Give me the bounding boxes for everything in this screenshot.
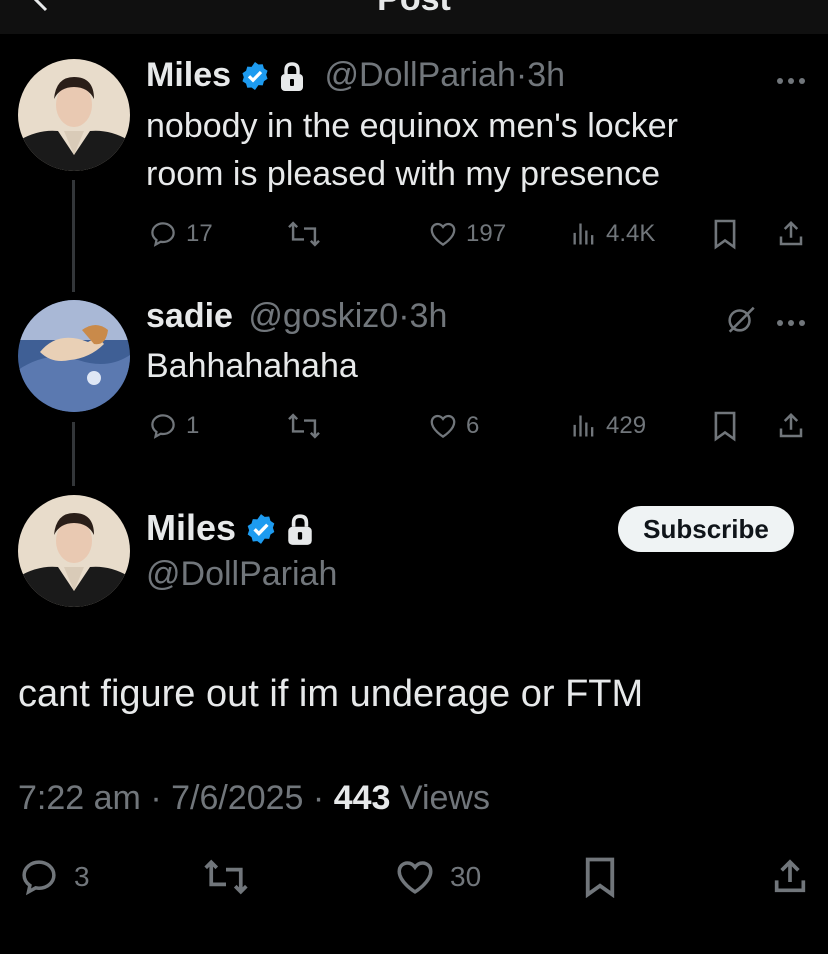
share-icon [779, 220, 803, 246]
avatar[interactable] [18, 300, 130, 412]
view-count: 429 [606, 412, 647, 439]
lock-icon [286, 511, 314, 557]
reply-button[interactable]: 17 [148, 214, 213, 254]
avatar[interactable] [18, 495, 130, 607]
separator-dot: · [398, 297, 410, 335]
subscribe-button[interactable]: Subscribe [618, 506, 794, 552]
author-handle[interactable]: @DollPariah [325, 56, 516, 94]
like-count: 6 [466, 412, 480, 439]
heart-icon [430, 222, 456, 246]
author-name[interactable]: sadie [146, 297, 233, 335]
like-count: 197 [466, 220, 507, 247]
reply-icon [22, 860, 56, 896]
bookmark-button[interactable] [582, 852, 618, 902]
author-handle[interactable]: @DollPariah [146, 552, 337, 596]
share-icon [779, 412, 803, 438]
tweet-text: cant figure out if im underage or FTM [18, 673, 644, 715]
post-time[interactable]: 3h [410, 297, 448, 335]
view-count: 4.4K [606, 220, 656, 247]
post-time[interactable]: 3h [527, 56, 565, 94]
share-button[interactable] [770, 852, 810, 902]
views-icon [573, 415, 594, 437]
separator-dot: · [150, 779, 162, 817]
bookmark-icon [714, 219, 736, 250]
heart-icon [430, 414, 456, 438]
view-count: 443 [333, 779, 391, 817]
page-title: Post [0, 0, 828, 16]
tweet-actions: 1 6 429 [146, 406, 808, 446]
post-time[interactable]: 7:22 am [18, 779, 141, 817]
author-name[interactable]: Miles [146, 56, 231, 94]
views-button[interactable]: 429 [570, 406, 646, 446]
views-icon [573, 223, 594, 245]
repost-button[interactable] [286, 214, 322, 254]
thread-tweet[interactable]: Miles @DollPariah·3h nobody in the equin… [146, 54, 828, 264]
tweet-text-line: nobody in the equinox men's locker [146, 107, 678, 145]
repost-icon [204, 859, 248, 895]
repost-icon [288, 413, 320, 439]
tweet-text: nobody in the equinox men's locker room … [146, 102, 786, 198]
like-button[interactable]: 30 [394, 852, 481, 902]
reply-icon [151, 222, 175, 247]
more-options-icon[interactable] [776, 314, 806, 332]
top-bar: Post [0, 0, 828, 34]
post-meta: 7:22 am · 7/6/2025 · 443 Views [18, 776, 490, 820]
share-icon [774, 859, 806, 893]
repost-icon [288, 221, 320, 247]
reply-count: 17 [186, 220, 213, 247]
share-button[interactable] [776, 406, 806, 446]
reply-icon [151, 414, 175, 439]
main-author-row: Miles [146, 505, 314, 557]
author-name[interactable]: Miles [146, 507, 236, 548]
post-date[interactable]: 7/6/2025 [171, 779, 303, 817]
grok-icon[interactable] [724, 302, 758, 341]
verified-badge-icon [239, 60, 271, 101]
separator-dot: · [515, 56, 528, 94]
thread-line [72, 422, 75, 486]
tweet-text-line: room is pleased with my presence [146, 155, 661, 193]
like-button[interactable]: 6 [428, 406, 479, 446]
heart-icon [397, 861, 433, 894]
reply-button[interactable]: 1 [148, 406, 199, 446]
reply-count: 1 [186, 412, 200, 439]
verified-badge-icon [244, 511, 278, 557]
avatar[interactable] [18, 59, 130, 171]
lock-icon [279, 61, 305, 101]
thread-tweet[interactable]: sadie @goskiz0·3h Bahhahahaha 1 6 429 [146, 296, 828, 456]
views-button[interactable]: 4.4K [570, 214, 655, 254]
repost-button[interactable] [202, 852, 250, 902]
separator-dot: · [312, 779, 325, 817]
like-button[interactable]: 197 [428, 214, 506, 254]
bookmark-icon [585, 857, 615, 898]
author-handle[interactable]: @goskiz0 [248, 297, 398, 335]
bookmark-button[interactable] [712, 214, 738, 254]
thread-line [72, 180, 75, 292]
bookmark-icon [714, 411, 736, 442]
like-count: 30 [450, 861, 482, 892]
share-button[interactable] [776, 214, 806, 254]
reply-button[interactable]: 3 [18, 852, 90, 902]
reply-count: 3 [74, 861, 90, 892]
repost-button[interactable] [286, 406, 322, 446]
views-label: Views [399, 779, 490, 817]
tweet-text: Bahhahahaha [146, 347, 358, 385]
main-tweet-actions: 3 30 [0, 852, 828, 902]
more-options-icon[interactable] [776, 72, 806, 90]
bookmark-button[interactable] [712, 406, 738, 446]
tweet-actions: 17 197 4.4K [146, 214, 808, 254]
